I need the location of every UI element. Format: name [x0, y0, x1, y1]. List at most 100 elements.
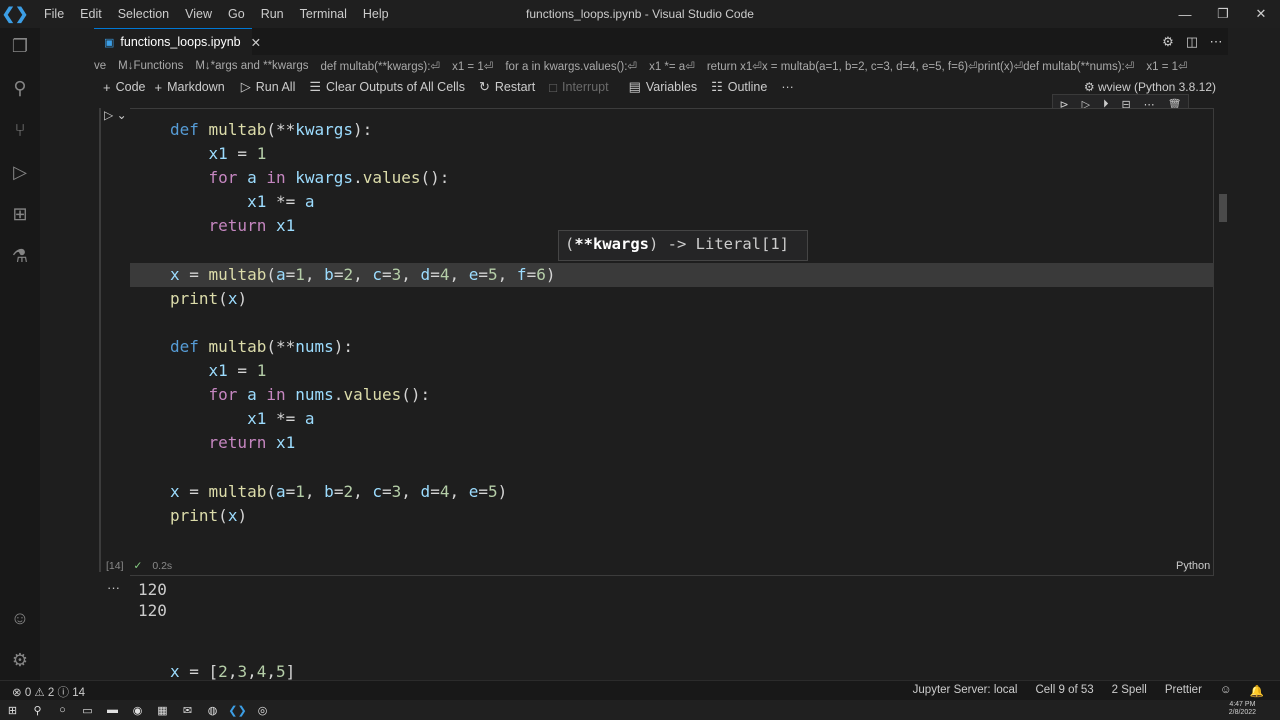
scrollbar-thumb[interactable]: [1219, 194, 1227, 222]
breadcrumb-item[interactable]: M↓Functions: [118, 60, 183, 72]
run-cell-icon[interactable]: ▷ ⌄: [104, 108, 127, 122]
app-icon[interactable]: ◎: [250, 704, 275, 717]
interrupt-icon: □: [549, 79, 558, 95]
code-line: def multab(**nums):: [170, 337, 354, 356]
account-icon[interactable]: ☺: [8, 606, 32, 630]
menu-help[interactable]: Help: [355, 7, 397, 21]
code-line: x = multab(a=1, b=2, c=3, d=4, e=5, f=6): [170, 265, 556, 284]
output-actions-icon[interactable]: ···: [107, 580, 120, 595]
breadcrumb-item[interactable]: x1 = 1⏎: [1146, 59, 1187, 73]
more-label: ···: [781, 80, 794, 94]
file-explorer-icon[interactable]: ▬: [100, 704, 125, 716]
search-taskbar-icon[interactable]: ⚲: [25, 704, 50, 717]
code-line: x1 = 1: [208, 144, 267, 163]
code-line: x1 *= a: [247, 409, 315, 428]
breadcrumb-item[interactable]: x1 = 1⏎: [452, 59, 493, 73]
close-tab-icon[interactable]: ✕: [251, 35, 261, 50]
plus-icon: +: [154, 79, 163, 95]
clear-outputs-icon: ☰: [309, 79, 322, 94]
firefox-icon[interactable]: ◍: [200, 704, 225, 717]
activity-bar: ❐ ⚲ ⑂ ▷ ⊞ ⚗ ☺ ⚙: [0, 28, 40, 680]
breadcrumb-item[interactable]: for a in kwargs.values():⏎: [505, 59, 637, 73]
code-line: def multab(**kwargs):: [170, 120, 373, 139]
plus-icon: +: [103, 79, 111, 95]
gear-icon[interactable]: ⚙: [1156, 34, 1180, 50]
prettier-status[interactable]: Prettier: [1165, 684, 1202, 698]
breadcrumb-item[interactable]: M↓*args and **kwargs: [195, 60, 308, 72]
outline-label: Outline: [727, 80, 768, 94]
menu-run[interactable]: Run: [253, 7, 292, 21]
restart-icon: ↻: [478, 79, 490, 94]
add-markdown-button[interactable]: + Markdown: [154, 80, 224, 95]
breadcrumb-item[interactable]: x1 *= a⏎: [649, 59, 695, 73]
split-editor-icon[interactable]: ◫: [1180, 34, 1204, 50]
search-icon[interactable]: ⚲: [8, 76, 32, 100]
outline-button[interactable]: ☷ Outline: [711, 79, 767, 95]
kernel-picker[interactable]: ⚙ wview (Python 3.8.12): [1084, 80, 1216, 94]
testing-icon[interactable]: ⚗: [8, 244, 32, 268]
windows-start-icon[interactable]: ⊞: [0, 704, 25, 717]
run-debug-icon[interactable]: ▷: [8, 160, 32, 184]
minimize-button[interactable]: —: [1166, 0, 1204, 28]
add-code-label: Code: [115, 80, 146, 94]
cell-language[interactable]: Python: [1176, 560, 1210, 572]
source-control-icon[interactable]: ⑂: [8, 118, 32, 142]
close-window-button[interactable]: ✕: [1242, 0, 1280, 28]
menu-go[interactable]: Go: [220, 7, 253, 21]
notifications-bell-icon[interactable]: 🔔: [1250, 684, 1264, 698]
hover-return: ) -> Literal[1]: [649, 235, 789, 253]
edge-browser-icon[interactable]: ◉: [125, 704, 150, 717]
explorer-icon[interactable]: ❐: [8, 34, 32, 58]
menu-edit[interactable]: Edit: [72, 7, 110, 21]
breadcrumb-item[interactable]: return x1⏎x = multab(a=1, b=2, c=3, d=4,…: [707, 59, 1135, 73]
title-bar: ❮❯ File Edit Selection View Go Run Termi…: [0, 0, 1280, 28]
menu-terminal[interactable]: Terminal: [292, 7, 355, 21]
code-line: print(x): [170, 506, 248, 525]
breadcrumb-item[interactable]: ve: [94, 60, 106, 72]
cell-status: [14] ✓ 0.2s: [106, 560, 172, 572]
tab-functions-loops[interactable]: ▣ functions_loops.ipynb ✕: [94, 28, 261, 55]
breadcrumb: ve M↓Functions M↓*args and **kwargs def …: [94, 55, 1228, 77]
problems-status[interactable]: ⊗ 0 ⚠ 2 ⓘ 14: [12, 684, 85, 700]
check-icon: ✓: [133, 560, 143, 572]
run-all-icon: ▷: [240, 79, 251, 94]
variables-button[interactable]: ▤ Variables: [629, 79, 697, 95]
more-actions-icon[interactable]: ⋯: [1204, 34, 1228, 50]
jupyter-server-status[interactable]: Jupyter Server: local: [913, 684, 1018, 698]
maximize-button[interactable]: ❐: [1204, 0, 1242, 28]
spell-status[interactable]: 2 Spell: [1112, 684, 1147, 698]
task-view-icon[interactable]: ▭: [75, 704, 100, 717]
clear-outputs-label: Clear Outputs of All Cells: [326, 80, 465, 94]
vscode-taskbar-icon[interactable]: ❮❯: [225, 704, 250, 717]
hover-paren: (: [565, 235, 575, 253]
code-line: for a in kwargs.values():: [208, 168, 450, 187]
restart-button[interactable]: ↻ Restart: [479, 79, 535, 95]
output-line: 120: [138, 601, 167, 620]
hover-param: **kwargs: [574, 235, 649, 253]
cortana-icon[interactable]: ○: [50, 704, 75, 716]
system-clock: 4:47 PM 2/8/2022: [1229, 701, 1256, 717]
app-icon[interactable]: ▦: [150, 704, 175, 717]
add-code-button[interactable]: + Code: [103, 80, 145, 95]
vscode-logo-icon: ❮❯: [1, 6, 29, 23]
feedback-icon[interactable]: ☺: [1220, 684, 1232, 698]
code-line: return x1: [208, 216, 296, 235]
menu-selection[interactable]: Selection: [110, 7, 177, 21]
kernel-label: wview (Python 3.8.12): [1097, 80, 1216, 94]
signature-hover-tooltip: (**kwargs) -> Literal[1]: [558, 230, 808, 261]
clear-outputs-button[interactable]: ☰ Clear Outputs of All Cells: [309, 79, 465, 95]
mail-icon[interactable]: ✉: [175, 704, 200, 717]
execution-time: 0.2s: [152, 560, 173, 572]
execution-count: [14]: [106, 560, 124, 572]
run-all-button[interactable]: ▷ Run All: [241, 79, 296, 95]
outline-icon: ☷: [711, 79, 723, 94]
menu-file[interactable]: File: [36, 7, 72, 21]
output-line: 120: [138, 580, 167, 599]
more-toolbar-button[interactable]: ···: [781, 80, 794, 94]
settings-gear-icon[interactable]: ⚙: [8, 648, 32, 672]
breadcrumb-item[interactable]: def multab(**kwargs):⏎: [320, 59, 440, 73]
interrupt-button[interactable]: □ Interrupt: [549, 80, 608, 95]
extensions-icon[interactable]: ⊞: [8, 202, 32, 226]
cell-position[interactable]: Cell 9 of 53: [1035, 684, 1093, 698]
menu-view[interactable]: View: [177, 7, 220, 21]
